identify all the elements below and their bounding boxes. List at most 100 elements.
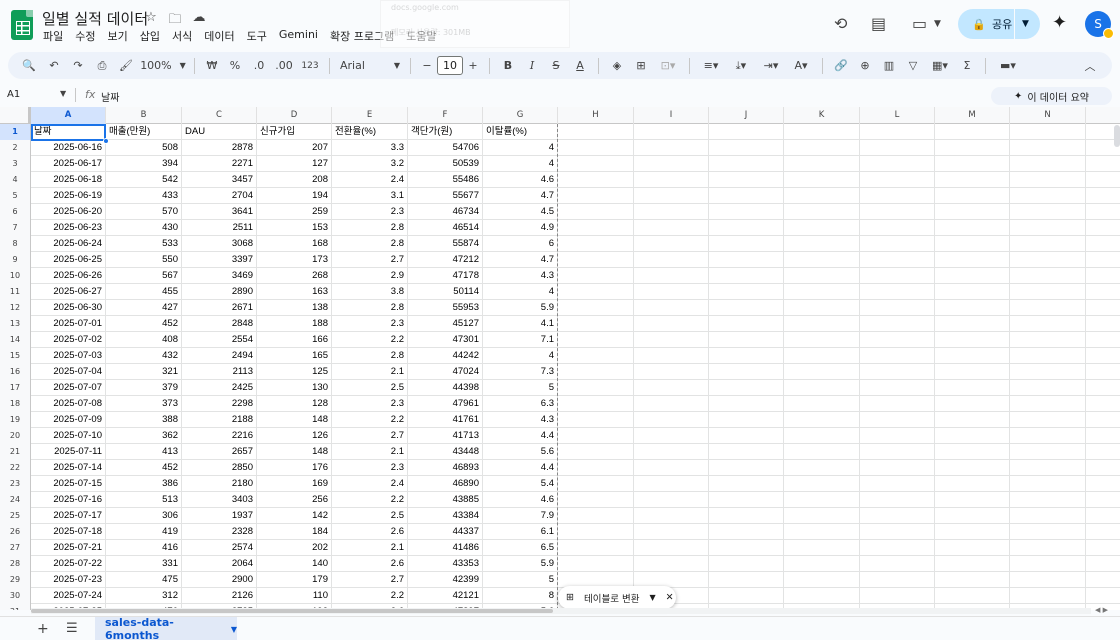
grid-cell[interactable]: 2.2: [332, 492, 408, 508]
functions-icon[interactable]: Σ: [955, 55, 979, 77]
grid-cell[interactable]: [784, 220, 860, 236]
grid-cell[interactable]: [709, 524, 784, 540]
grid-cell[interactable]: [558, 140, 634, 156]
italic-icon[interactable]: I: [520, 55, 544, 77]
grid-cell[interactable]: [558, 556, 634, 572]
grid-cell[interactable]: 3.8: [332, 284, 408, 300]
grid-cell[interactable]: 2.3: [332, 316, 408, 332]
grid-cell[interactable]: [860, 588, 935, 604]
grid-cell[interactable]: 202: [257, 540, 332, 556]
grid-cell[interactable]: [784, 172, 860, 188]
grid-cell[interactable]: 475: [106, 572, 182, 588]
row-header[interactable]: 12: [0, 300, 31, 316]
grid-cell[interactable]: 7.9: [483, 508, 558, 524]
grid-cell[interactable]: [860, 156, 935, 172]
grid-cell[interactable]: 2025-07-03: [31, 348, 106, 364]
grid-cell[interactable]: [860, 236, 935, 252]
grid-cell[interactable]: [784, 396, 860, 412]
grid-cell[interactable]: 47212: [408, 252, 483, 268]
grid-cell[interactable]: [709, 396, 784, 412]
column-header[interactable]: C: [182, 107, 257, 124]
grid-cell[interactable]: 6.1: [483, 524, 558, 540]
grid-cell[interactable]: 2025-06-24: [31, 236, 106, 252]
grid-cell[interactable]: 373: [106, 396, 182, 412]
grid-cell[interactable]: 2025-07-14: [31, 460, 106, 476]
grid-cell[interactable]: [709, 508, 784, 524]
search-menus-icon[interactable]: 🔍: [16, 55, 42, 77]
print-icon[interactable]: ⎙: [90, 55, 114, 77]
grid-cell[interactable]: [935, 252, 1010, 268]
column-header[interactable]: D: [257, 107, 332, 124]
grid-cell[interactable]: 50539: [408, 156, 483, 172]
grid-cell[interactable]: 268: [257, 268, 332, 284]
grid-cell[interactable]: 2.1: [332, 444, 408, 460]
grid-cell[interactable]: 47024: [408, 364, 483, 380]
grid-cell[interactable]: [558, 348, 634, 364]
row-header[interactable]: 27: [0, 540, 31, 556]
grid-cell[interactable]: [860, 220, 935, 236]
grid-cell[interactable]: [709, 492, 784, 508]
row-header[interactable]: 20: [0, 428, 31, 444]
row-header[interactable]: 9: [0, 252, 31, 268]
grid-cell[interactable]: [558, 284, 634, 300]
account-avatar[interactable]: S: [1085, 11, 1114, 39]
grid-cell[interactable]: 2.1: [332, 364, 408, 380]
grid-cell[interactable]: 54706: [408, 140, 483, 156]
grid-cell[interactable]: [634, 460, 709, 476]
grid-cell[interactable]: [709, 572, 784, 588]
row-header[interactable]: 4: [0, 172, 31, 188]
collapse-toolbar-icon[interactable]: ︿: [1078, 55, 1102, 77]
grid-cell[interactable]: [1010, 268, 1086, 284]
grid-cell[interactable]: [1010, 412, 1086, 428]
grid-cell[interactable]: 125: [257, 364, 332, 380]
grid-cell[interactable]: [634, 300, 709, 316]
grid-cell[interactable]: 43448: [408, 444, 483, 460]
grid-cell[interactable]: DAU: [182, 124, 257, 140]
grid-cell[interactable]: [1010, 476, 1086, 492]
grid-cell[interactable]: 3397: [182, 252, 257, 268]
grid-cell[interactable]: [709, 316, 784, 332]
grid-cell[interactable]: 408: [106, 332, 182, 348]
grid-cell[interactable]: 44242: [408, 348, 483, 364]
grid-cell[interactable]: 2328: [182, 524, 257, 540]
grid-cell[interactable]: [558, 332, 634, 348]
grid-cell[interactable]: 306: [106, 508, 182, 524]
row-header[interactable]: 8: [0, 236, 31, 252]
grid-cell[interactable]: 43384: [408, 508, 483, 524]
grid-cell[interactable]: [709, 444, 784, 460]
grid-cell[interactable]: [558, 524, 634, 540]
grid-cell[interactable]: [1010, 508, 1086, 524]
grid-cell[interactable]: 2494: [182, 348, 257, 364]
grid-cell[interactable]: 416: [106, 540, 182, 556]
grid-cell[interactable]: [935, 316, 1010, 332]
grid-cell[interactable]: [784, 268, 860, 284]
grid-cell[interactable]: [784, 492, 860, 508]
menu-item[interactable]: 삽입: [140, 28, 160, 44]
grid-cell[interactable]: 41761: [408, 412, 483, 428]
grid-cell[interactable]: 2025-07-07: [31, 380, 106, 396]
grid-cell[interactable]: [860, 460, 935, 476]
grid-cell[interactable]: 3068: [182, 236, 257, 252]
row-header[interactable]: 23: [0, 476, 31, 492]
grid-cell[interactable]: 2025-06-18: [31, 172, 106, 188]
grid-cell[interactable]: 6.5: [483, 540, 558, 556]
grid-cell[interactable]: [784, 204, 860, 220]
share-dropdown-icon[interactable]: ▼: [1022, 19, 1029, 29]
grid-cell[interactable]: 4.6: [483, 492, 558, 508]
grid-cell[interactable]: [1010, 588, 1086, 604]
bold-icon[interactable]: B: [496, 55, 520, 77]
grid-cell[interactable]: 2.2: [332, 412, 408, 428]
pill-dropdown-icon[interactable]: ▼: [649, 593, 655, 602]
grid-cell[interactable]: [634, 380, 709, 396]
grid-cell[interactable]: [860, 524, 935, 540]
version-history-icon[interactable]: ⟲: [834, 14, 847, 33]
grid-cell[interactable]: 2025-07-17: [31, 508, 106, 524]
grid-cell[interactable]: 2025-06-26: [31, 268, 106, 284]
grid-cell[interactable]: 8: [483, 588, 558, 604]
grid-cell[interactable]: 2511: [182, 220, 257, 236]
grid-cell[interactable]: 2890: [182, 284, 257, 300]
grid-cell[interactable]: 2850: [182, 460, 257, 476]
grid-cell[interactable]: [558, 412, 634, 428]
column-header[interactable]: A: [31, 107, 106, 124]
grid-cell[interactable]: 142: [257, 508, 332, 524]
